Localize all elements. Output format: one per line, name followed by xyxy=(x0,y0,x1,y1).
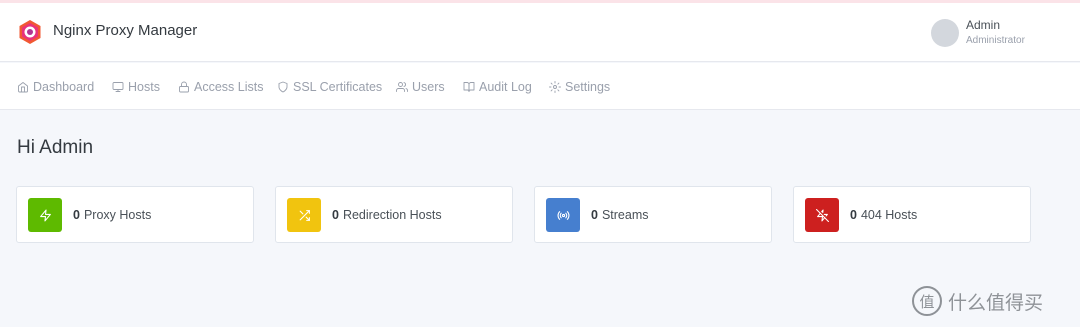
card-text: 0 404 Hosts xyxy=(850,208,917,222)
card-icon-box xyxy=(805,198,839,232)
gear-icon xyxy=(549,81,561,93)
shield-icon xyxy=(278,81,288,93)
nav-item-label: Users xyxy=(412,80,445,94)
nav-item-settings[interactable]: Settings xyxy=(549,79,610,95)
card-label: Proxy Hosts xyxy=(83,208,152,222)
card-label: Streams xyxy=(601,208,649,222)
avatar[interactable] xyxy=(931,19,959,47)
user-role: Administrator xyxy=(966,35,1025,46)
nav-item-access-lists[interactable]: Access Lists xyxy=(178,79,263,95)
nav-item-dashboard[interactable]: Dashboard xyxy=(17,79,94,95)
nav-item-audit-log[interactable]: Audit Log xyxy=(463,79,532,95)
card-icon-box xyxy=(546,198,580,232)
card-label: 404 Hosts xyxy=(860,208,918,222)
card-label: Redirection Hosts xyxy=(342,208,442,222)
stat-card-404-hosts[interactable]: 0 404 Hosts xyxy=(793,186,1031,243)
card-count: 0 xyxy=(850,208,857,222)
user-name[interactable]: Admin xyxy=(966,18,1000,32)
watermark-text: 什么值得买 xyxy=(948,291,1044,314)
nav-item-label: SSL Certificates xyxy=(293,80,383,94)
zap-off-icon xyxy=(815,208,829,222)
nav-item-label: Access Lists xyxy=(194,80,264,94)
nginx-proxy-manager-logo[interactable] xyxy=(17,19,43,45)
page-greeting: Hi Admin xyxy=(17,137,94,158)
zap-icon xyxy=(39,209,51,221)
app-header: Nginx Proxy Manager Admin Administrator xyxy=(0,3,1080,62)
card-text: 0 Redirection Hosts xyxy=(332,208,442,222)
card-text: 0 Streams xyxy=(591,208,649,222)
radio-icon xyxy=(557,210,569,220)
stat-card-streams[interactable]: 0 Streams xyxy=(534,186,772,243)
watermark: 值 什么值得买 xyxy=(912,286,1043,316)
main-nav: Dashboard Hosts Access Lists SSL Certifi… xyxy=(0,63,1080,110)
nav-item-label: Hosts xyxy=(128,80,160,94)
nav-item-label: Settings xyxy=(565,80,611,94)
card-text: 0 Proxy Hosts xyxy=(73,208,151,222)
monitor-icon xyxy=(112,82,124,92)
lock-icon xyxy=(179,81,189,93)
nav-item-ssl-certificates[interactable]: SSL Certificates xyxy=(277,79,382,95)
nav-item-hosts[interactable]: Hosts xyxy=(112,79,160,95)
watermark-logo-icon: 值 xyxy=(912,286,942,316)
app-title: Nginx Proxy Manager xyxy=(53,22,198,39)
home-icon xyxy=(18,82,28,93)
stat-card-redirection-hosts[interactable]: 0 Redirection Hosts xyxy=(275,186,513,243)
users-icon xyxy=(396,82,408,92)
book-open-icon xyxy=(463,82,475,92)
nav-item-label: Audit Log xyxy=(479,80,532,94)
nav-item-label: Dashboard xyxy=(33,80,95,94)
card-icon-box xyxy=(28,198,62,232)
nav-item-users[interactable]: Users xyxy=(396,79,445,95)
card-count: 0 xyxy=(591,208,598,222)
shuffle-icon xyxy=(299,209,310,221)
card-count: 0 xyxy=(332,208,339,222)
stat-card-proxy-hosts[interactable]: 0 Proxy Hosts xyxy=(16,186,254,243)
card-icon-box xyxy=(287,198,321,232)
card-count: 0 xyxy=(73,208,80,222)
